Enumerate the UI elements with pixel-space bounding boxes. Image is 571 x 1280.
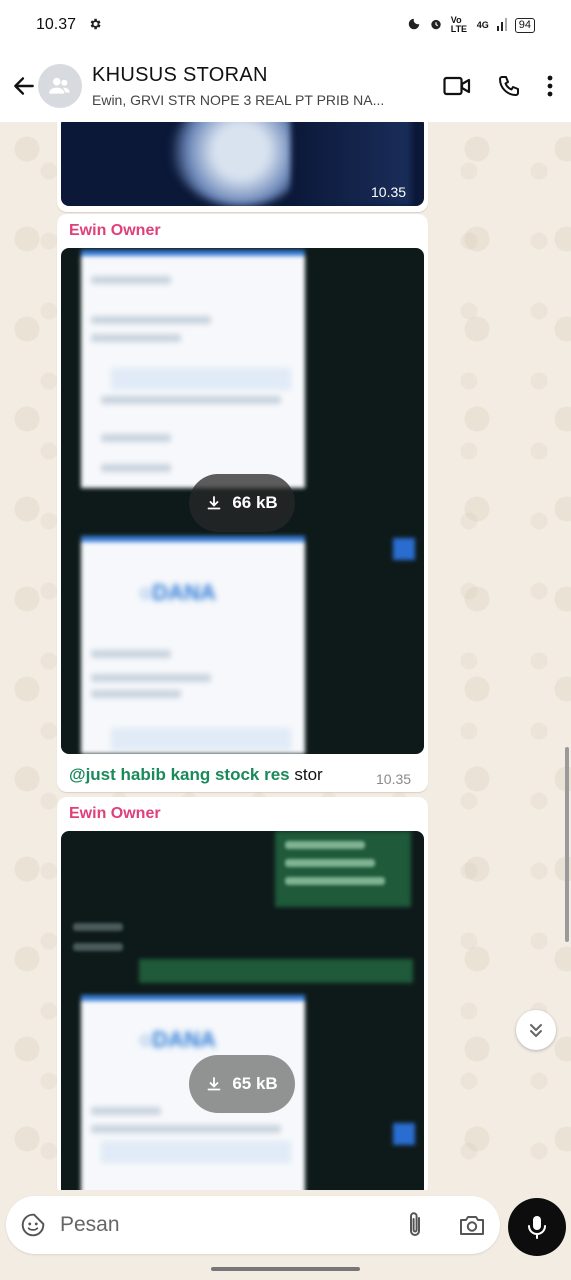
message-bubble[interactable]: Ewin Owner ○DANA 66 kB @just habib kang … [57,214,428,792]
message-placeholder: Pesan [60,1213,120,1236]
back-arrow-icon[interactable] [6,68,42,104]
camera-icon[interactable] [458,1213,486,1237]
download-button[interactable]: 66 kB [189,474,295,532]
video-call-icon[interactable] [443,75,471,97]
message-bubble[interactable]: 10.35 [57,122,428,212]
more-options-icon[interactable] [547,75,553,97]
attach-paperclip-icon[interactable] [404,1211,426,1239]
download-icon [207,1077,221,1091]
download-size: 66 kB [232,493,278,512]
chat-participants: Ewin, GRVI STR NOPE 3 REAL PT PRIB NA... [92,92,385,108]
voice-record-button[interactable] [508,1198,566,1256]
group-avatar[interactable] [38,64,82,108]
status-bar: 10.37 Vo LTE 4G 94 [0,0,571,50]
message-time: 10.35 [371,184,407,200]
download-icon [207,496,221,510]
message-caption: @just habib kang stock res stor [69,765,323,785]
image-thumbnail[interactable]: ○DANA 65 kB [61,831,424,1190]
input-bar: Pesan [0,1190,571,1260]
alarm-icon [429,17,443,34]
caption-text: stor [289,765,323,784]
mention-link[interactable]: @just habib kang stock res [69,765,290,784]
message-input[interactable]: Pesan [6,1196,500,1254]
signal-bars-icon [496,17,507,34]
gesture-nav-bar[interactable] [211,1267,360,1271]
double-chevron-down-icon [530,1024,542,1037]
sticker-icon[interactable] [20,1212,46,1238]
message-bubble[interactable]: Ewin Owner ○DANA 65 kB [57,797,428,1190]
image-thumbnail[interactable] [61,122,424,206]
scrollbar[interactable] [565,747,569,942]
status-time: 10.37 [36,16,77,33]
chat-area[interactable]: 10.35 Ewin Owner ○DANA 66 kB @just habib… [0,122,571,1190]
settings-gear-icon [88,17,102,34]
chat-header: KHUSUS STORAN Ewin, GRVI STR NOPE 3 REAL… [0,50,571,122]
group-icon [49,77,70,94]
chat-title: KHUSUS STORAN [92,64,268,86]
signal-4g-indicator: 4G [476,20,489,30]
battery-indicator: 94 [514,17,535,33]
microphone-icon [528,1216,546,1239]
volte-indicator: Vo LTE [450,15,468,34]
sender-name: Ewin Owner [69,805,161,822]
moon-icon [407,17,421,34]
chat-title-block[interactable]: KHUSUS STORAN Ewin, GRVI STR NOPE 3 REAL… [92,64,402,108]
image-thumbnail[interactable]: ○DANA 66 kB [61,248,424,754]
scroll-to-bottom-button[interactable] [516,1010,556,1050]
sender-name: Ewin Owner [69,222,161,239]
voice-call-icon[interactable] [497,74,521,98]
message-time: 10.35 [376,771,412,787]
download-button[interactable]: 65 kB [189,1055,295,1113]
download-size: 65 kB [232,1074,278,1093]
